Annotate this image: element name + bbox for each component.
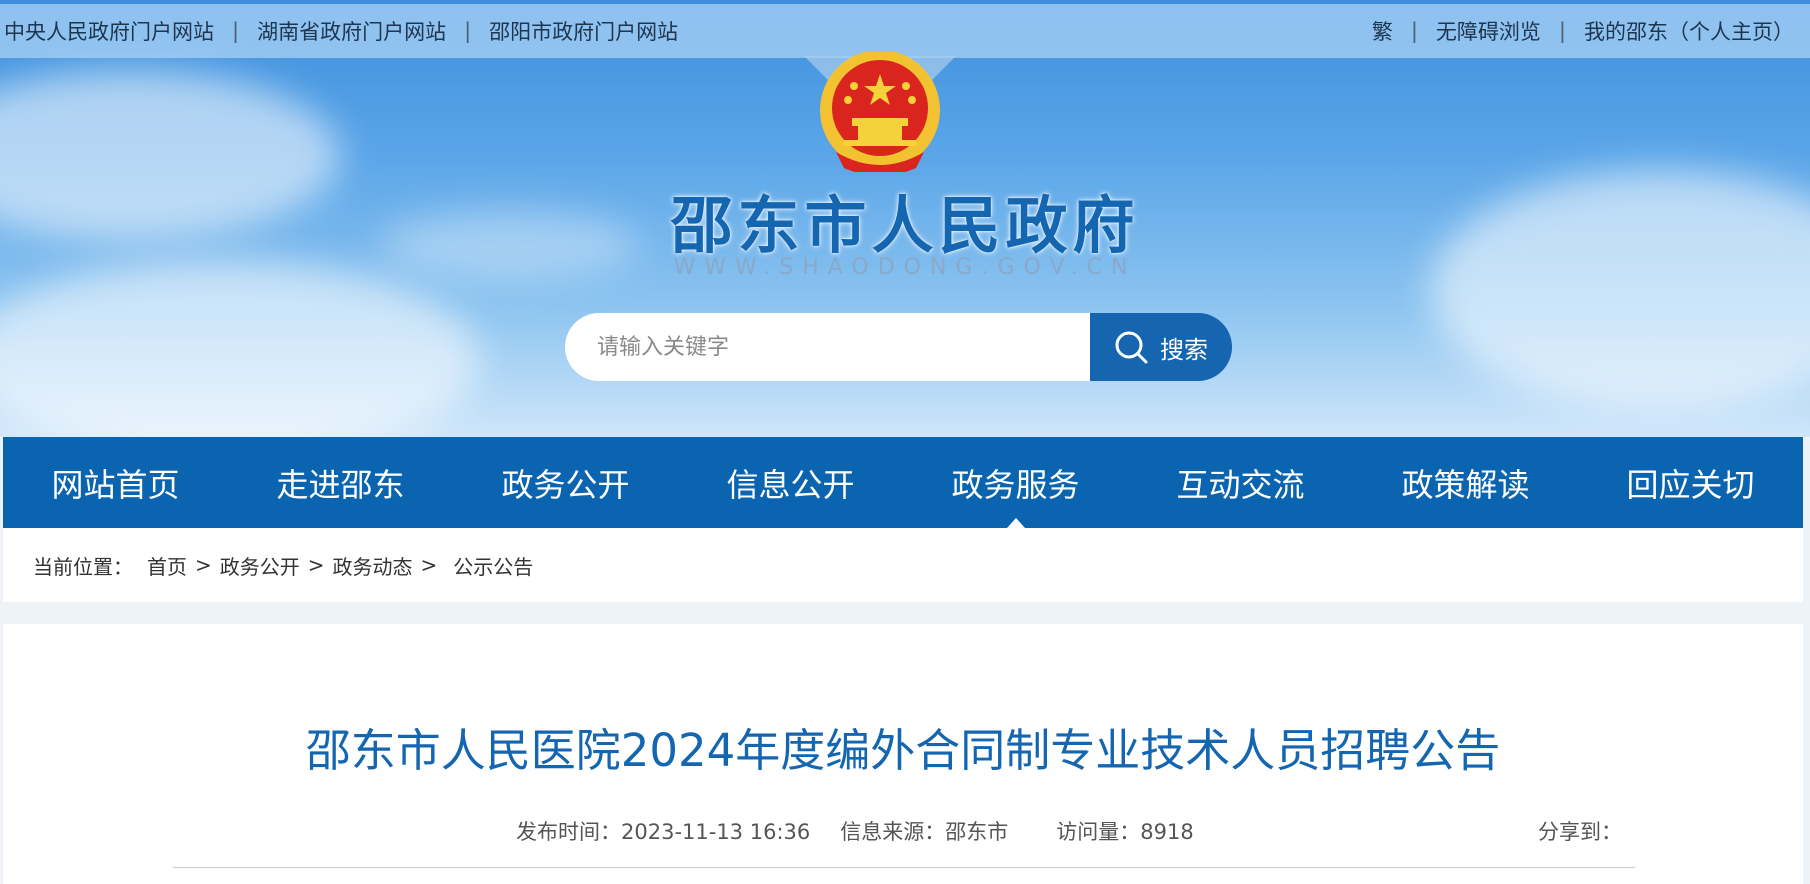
breadcrumb-gov-affairs[interactable]: 政务公开 xyxy=(220,551,300,580)
article-container: 邵东市人民医院2024年度编外合同制专业技术人员招聘公告 发布时间：2023-1… xyxy=(3,624,1803,884)
top-links-bar: 中央人民政府门户网站 | 湖南省政府门户网站 | 邵阳市政府门户网站 繁 | 无… xyxy=(0,4,1810,58)
main-nav: 网站首页 走进邵东 政务公开 信息公开 政务服务 互动交流 政策解读 回应关切 xyxy=(3,437,1803,528)
breadcrumb-gov-news[interactable]: 政务动态 xyxy=(333,551,413,580)
traditional-chinese-link[interactable]: 繁 xyxy=(1372,16,1393,46)
article-title: 邵东市人民医院2024年度编外合同制专业技术人员招聘公告 xyxy=(305,724,1501,777)
nav-item-info-disclosure[interactable]: 信息公开 xyxy=(678,437,903,528)
nav-item-interaction[interactable]: 互动交流 xyxy=(1128,437,1353,528)
separator: | xyxy=(1558,19,1566,43)
site-title: 邵东市人民政府 xyxy=(670,189,1140,262)
utility-links: 繁 | 无障碍浏览 | 我的邵东（个人主页） xyxy=(1372,16,1810,46)
search-bar: 搜索 xyxy=(565,313,1232,381)
nav-item-about[interactable]: 走进邵东 xyxy=(228,437,453,528)
search-icon xyxy=(1115,331,1148,364)
cloud-decoration xyxy=(0,260,480,437)
nav-item-gov-affairs[interactable]: 政务公开 xyxy=(453,437,678,528)
link-hunan-gov[interactable]: 湖南省政府门户网站 xyxy=(257,16,446,46)
my-shaodong-link[interactable]: 我的邵东（个人主页） xyxy=(1584,16,1794,46)
separator: | xyxy=(464,19,472,43)
separator: | xyxy=(232,19,240,43)
publish-time: 发布时间：2023-11-13 16:36 xyxy=(516,820,811,844)
view-count: 访问量：8918 xyxy=(1056,820,1194,844)
nav-item-policy-interpretation[interactable]: 政策解读 xyxy=(1353,437,1578,528)
nav-item-gov-services[interactable]: 政务服务 xyxy=(903,437,1128,528)
share-label: 分享到： xyxy=(1538,820,1622,844)
header-banner: 中央人民政府门户网站 | 湖南省政府门户网站 | 邵阳市政府门户网站 繁 | 无… xyxy=(0,0,1810,437)
breadcrumb-home[interactable]: 首页 xyxy=(147,551,187,580)
separator: | xyxy=(1410,19,1418,43)
article-meta: 发布时间：2023-11-13 16:36 信息来源：邵东市 访问量：8918 xyxy=(516,816,1224,846)
breadcrumb-separator: > xyxy=(195,553,212,577)
national-emblem-icon xyxy=(796,50,964,176)
breadcrumb-announcements[interactable]: 公示公告 xyxy=(453,551,533,580)
info-source: 信息来源：邵东市 xyxy=(840,820,1009,844)
divider xyxy=(173,867,1635,868)
link-central-gov[interactable]: 中央人民政府门户网站 xyxy=(4,16,214,46)
search-button-label: 搜索 xyxy=(1160,335,1208,364)
site-url: WWW.SHAODONG.GOV.CN xyxy=(673,255,1137,280)
search-input[interactable] xyxy=(565,313,1090,381)
search-button[interactable]: 搜索 xyxy=(1090,313,1232,381)
breadcrumb: 当前位置： 首页 > 政务公开 > 政务动态 > 公示公告 xyxy=(3,528,1803,602)
accessibility-link[interactable]: 无障碍浏览 xyxy=(1436,16,1541,46)
nav-item-home[interactable]: 网站首页 xyxy=(3,437,228,528)
breadcrumb-prefix: 当前位置： xyxy=(33,554,133,579)
breadcrumb-separator: > xyxy=(420,553,438,577)
external-links: 中央人民政府门户网站 | 湖南省政府门户网站 | 邵阳市政府门户网站 xyxy=(0,16,678,46)
nav-item-response[interactable]: 回应关切 xyxy=(1578,437,1803,528)
link-shaoyang-gov[interactable]: 邵阳市政府门户网站 xyxy=(489,16,678,46)
breadcrumb-separator: > xyxy=(307,553,325,577)
